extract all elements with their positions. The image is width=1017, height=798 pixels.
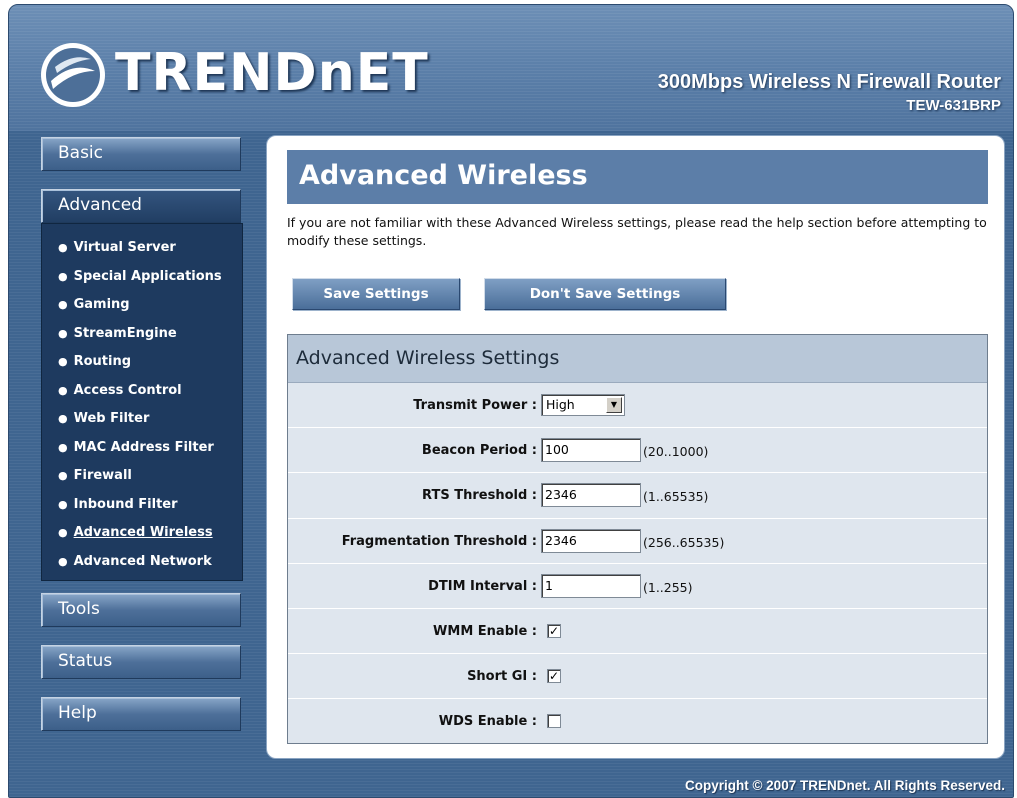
product-title: 300Mbps Wireless N Firewall Router (657, 71, 1001, 93)
bullet-icon: ● (58, 554, 68, 568)
dtim-interval-label: DTIM Interval : (428, 578, 537, 594)
router-frame: TRENDnET 300Mbps Wireless N Firewall Rou… (8, 4, 1014, 798)
submenu-item-routing[interactable]: ● Routing (58, 348, 242, 377)
bullet-icon: ● (58, 269, 68, 283)
fragmentation-threshold-label: Fragmentation Threshold : (341, 533, 537, 549)
beacon-period-label: Beacon Period : (421, 443, 537, 459)
brand-logo-text: TRENDnET (115, 43, 429, 103)
beacon-period-range: (20..1000) (643, 444, 709, 460)
wmm-enable-label: WMM Enable : (433, 623, 537, 639)
beacon-period-input[interactable]: 100 (541, 438, 641, 463)
bullet-icon: ● (58, 326, 68, 340)
submenu-item-web-filter[interactable]: ● Web Filter (58, 405, 242, 434)
wds-enable-label: WDS Enable : (438, 714, 537, 730)
dropdown-arrow-icon[interactable]: ▼ (606, 397, 622, 413)
dtim-interval-input[interactable]: 1 (541, 573, 641, 598)
product-model: TEW-631BRP (906, 97, 1001, 114)
header: TRENDnET 300Mbps Wireless N Firewall Rou… (9, 5, 1013, 131)
short-gi-label: Short GI : (467, 669, 537, 685)
bullet-icon: ● (58, 412, 68, 425)
submenu-item-gaming[interactable]: ● Gaming (58, 291, 242, 320)
row-wds-enable: WDS Enable : (288, 699, 987, 744)
submenu-item-streamengine[interactable]: ● StreamEngine (58, 320, 242, 349)
nav-basic[interactable]: Basic (41, 137, 241, 171)
transmit-power-value: High (546, 397, 575, 412)
row-transmit-power: Transmit Power : High ▼ (288, 383, 987, 429)
row-rts-threshold: RTS Threshold : 2346 (1..65535) (288, 473, 987, 519)
bullet-icon: ● (58, 526, 68, 539)
nav-status[interactable]: Status (41, 645, 241, 679)
short-gi-checkbox[interactable]: ✓ (547, 669, 561, 684)
bullet-icon: ● (58, 440, 68, 454)
dont-save-settings-button[interactable]: Don't Save Settings (484, 278, 726, 310)
bullet-icon: ● (58, 383, 68, 397)
advanced-submenu: ● Virtual Server ● Special Applications ● G… (41, 223, 243, 581)
save-settings-button[interactable]: Save Settings (292, 278, 460, 310)
row-beacon-period: Beacon Period : 100 (20..1000) (288, 428, 987, 474)
settings-section-title: Advanced Wireless Settings (288, 335, 987, 383)
submenu-item-special-applications[interactable]: ● Special Applications (58, 263, 242, 292)
nav-help[interactable]: Help (41, 697, 241, 731)
fragmentation-threshold-range: (256..65535) (643, 534, 725, 550)
fragmentation-threshold-input[interactable]: 2346 (541, 528, 641, 553)
submenu-item-firewall[interactable]: ● Firewall (58, 462, 242, 491)
rts-threshold-label: RTS Threshold : (422, 488, 537, 504)
nav-tools[interactable]: Tools (41, 593, 241, 627)
rts-threshold-input[interactable]: 2346 (541, 483, 641, 508)
submenu-item-access-control[interactable]: ● Access Control (58, 377, 242, 406)
bullet-icon: ● (58, 241, 68, 254)
row-short-gi: Short GI : ✓ (288, 654, 987, 700)
transmit-power-select[interactable]: High ▼ (541, 394, 625, 416)
intro-text: If you are not familiar with these Advan… (287, 215, 987, 248)
bullet-icon: ● (58, 469, 68, 482)
rts-threshold-range: (1..65535) (643, 489, 709, 505)
page-title-bar: Advanced Wireless (287, 150, 988, 204)
bullet-icon: ● (58, 298, 68, 311)
page-title: Advanced Wireless (299, 160, 588, 191)
row-dtim-interval: DTIM Interval : 1 (1..255) (288, 564, 987, 609)
content-panel: Advanced Wireless If you are not familia… (266, 135, 1005, 759)
settings-section: Advanced Wireless Settings Transmit Powe… (287, 334, 988, 744)
row-fragmentation-threshold: Fragmentation Threshold : 2346 (256..655… (288, 519, 987, 564)
row-wmm-enable: WMM Enable : ✓ (288, 609, 987, 655)
trendnet-logo-icon (41, 43, 105, 107)
copyright-footer: Copyright © 2007 TRENDnet. All Rights Re… (684, 778, 1005, 793)
submenu-item-advanced-wireless[interactable]: ● Advanced Wireless (58, 519, 242, 548)
bullet-icon: ● (58, 355, 68, 368)
wds-enable-checkbox[interactable] (547, 714, 561, 729)
wmm-enable-checkbox[interactable]: ✓ (547, 623, 561, 638)
dtim-interval-range: (1..255) (643, 579, 693, 595)
submenu-item-virtual-server[interactable]: ● Virtual Server (58, 234, 242, 263)
submenu-item-mac-address-filter[interactable]: ● MAC Address Filter (58, 434, 242, 463)
submenu-item-inbound-filter[interactable]: ● Inbound Filter (58, 491, 242, 520)
submenu-item-advanced-network[interactable]: ● Advanced Network (58, 548, 242, 577)
bullet-icon: ● (58, 497, 68, 511)
transmit-power-label: Transmit Power : (413, 398, 537, 413)
nav-advanced[interactable]: Advanced (41, 189, 241, 223)
